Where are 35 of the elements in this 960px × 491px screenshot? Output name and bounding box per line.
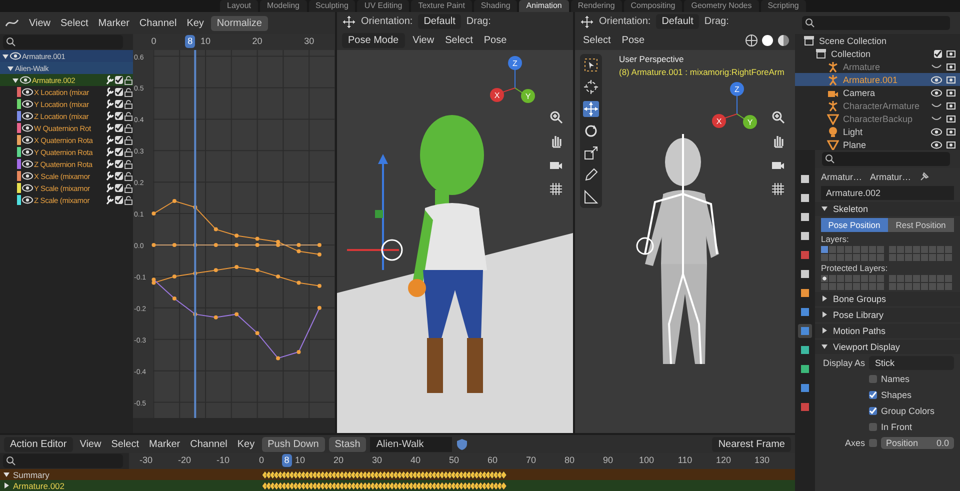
frame-number: 80 bbox=[564, 455, 574, 465]
frame-number: 0 bbox=[151, 36, 156, 46]
field-label: Protected Layers: bbox=[820, 263, 889, 273]
view-name: User Perspective bbox=[619, 54, 684, 64]
frame-number: 100 bbox=[638, 455, 654, 465]
field-label: Layers: bbox=[820, 234, 850, 244]
frame-number: 120 bbox=[716, 455, 732, 465]
drag-label: Drag: bbox=[466, 16, 491, 27]
field-label: Display As bbox=[822, 358, 865, 368]
frame-number: -30 bbox=[140, 455, 152, 465]
field-label: Axes bbox=[844, 438, 865, 448]
frame-number: 10 bbox=[200, 36, 210, 46]
active-object-info: (8) Armature.001 : mixamorig:RightForeArm bbox=[619, 67, 784, 77]
frame-number: 90 bbox=[603, 455, 613, 465]
frame-number: 50 bbox=[449, 455, 459, 465]
frame-number: 110 bbox=[678, 455, 692, 465]
checkbox-label: Shapes bbox=[881, 390, 912, 400]
frame-number: -20 bbox=[178, 455, 191, 465]
frame-number: 40 bbox=[410, 455, 420, 465]
frame-number: 30 bbox=[372, 455, 382, 465]
frame-number: 30 bbox=[304, 36, 314, 46]
frame-number: 20 bbox=[252, 36, 262, 46]
orientation-label: Orientation: bbox=[599, 16, 651, 27]
frame-number: 130 bbox=[754, 455, 770, 465]
frame-number: 0 bbox=[259, 455, 264, 465]
frame-number: 70 bbox=[526, 455, 536, 465]
frame-number: -10 bbox=[216, 455, 230, 465]
drag-label: Drag: bbox=[704, 16, 729, 27]
frame-number: 10 bbox=[295, 455, 305, 465]
frame-number: 20 bbox=[334, 455, 344, 465]
checkbox-label: Names bbox=[881, 374, 910, 384]
checkbox-label: In Front bbox=[881, 422, 912, 432]
orientation-label: Orientation: bbox=[361, 16, 413, 27]
checkbox-label: Group Colors bbox=[881, 406, 935, 416]
frame-number: 60 bbox=[488, 455, 498, 465]
